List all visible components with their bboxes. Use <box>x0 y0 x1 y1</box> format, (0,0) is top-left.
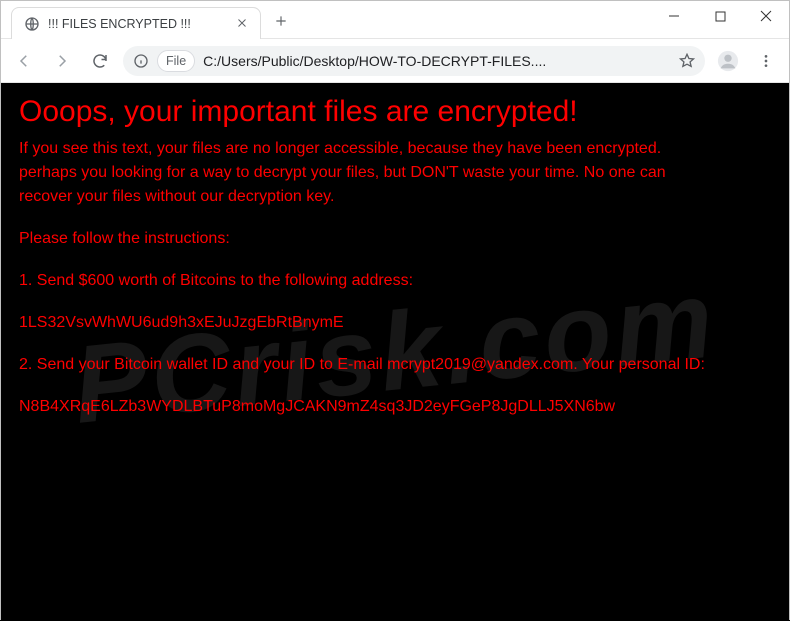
new-tab-button[interactable] <box>267 7 295 35</box>
bookmark-star-icon[interactable] <box>679 53 695 69</box>
ransom-line: Please follow the instructions: <box>19 227 771 251</box>
browser-titlebar: !!! FILES ENCRYPTED !!! <box>1 1 789 39</box>
maximize-button[interactable] <box>697 1 743 31</box>
ransom-line: recover your files without our decryptio… <box>19 185 771 209</box>
file-chip-label: File <box>166 54 186 68</box>
reload-button[interactable] <box>85 46 115 76</box>
ransom-line: If you see this text, your files are no … <box>19 137 771 161</box>
ransom-line: 2. Send your Bitcoin wallet ID and your … <box>19 353 771 377</box>
url-text: C:/Users/Public/Desktop/HOW-TO-DECRYPT-F… <box>203 53 671 69</box>
menu-button[interactable] <box>751 46 781 76</box>
window-controls <box>651 1 789 31</box>
url-input[interactable]: File C:/Users/Public/Desktop/HOW-TO-DECR… <box>123 46 705 76</box>
address-bar: File C:/Users/Public/Desktop/HOW-TO-DECR… <box>1 39 789 83</box>
profile-avatar[interactable] <box>713 46 743 76</box>
spacer <box>19 293 771 311</box>
ransom-line: 1. Send $600 worth of Bitcoins to the fo… <box>19 269 771 293</box>
spacer <box>19 251 771 269</box>
spacer <box>19 335 771 353</box>
info-icon[interactable] <box>133 53 149 69</box>
ransom-line: perhaps you looking for a way to decrypt… <box>19 161 771 185</box>
back-button[interactable] <box>9 46 39 76</box>
btc-address: 1LS32VsvWhWU6ud9h3xEJuJzgEbRtBnymE <box>19 311 771 335</box>
tab-title: !!! FILES ENCRYPTED !!! <box>48 17 228 31</box>
forward-button[interactable] <box>47 46 77 76</box>
spacer <box>19 209 771 227</box>
globe-icon <box>24 16 40 32</box>
personal-id: N8B4XRqE6LZb3WYDLBTuP8moMgJCAKN9mZ4sq3JD… <box>19 395 771 419</box>
close-tab-icon[interactable] <box>236 17 250 31</box>
minimize-button[interactable] <box>651 1 697 31</box>
ransom-body: If you see this text, your files are no … <box>19 137 771 419</box>
browser-tab[interactable]: !!! FILES ENCRYPTED !!! <box>11 7 261 39</box>
ransom-headline: Ooops, your important files are encrypte… <box>19 93 771 131</box>
file-chip: File <box>157 50 195 72</box>
spacer <box>19 377 771 395</box>
page-content: PCrisk.com Ooops, your important files a… <box>1 83 789 621</box>
window-close-button[interactable] <box>743 1 789 31</box>
